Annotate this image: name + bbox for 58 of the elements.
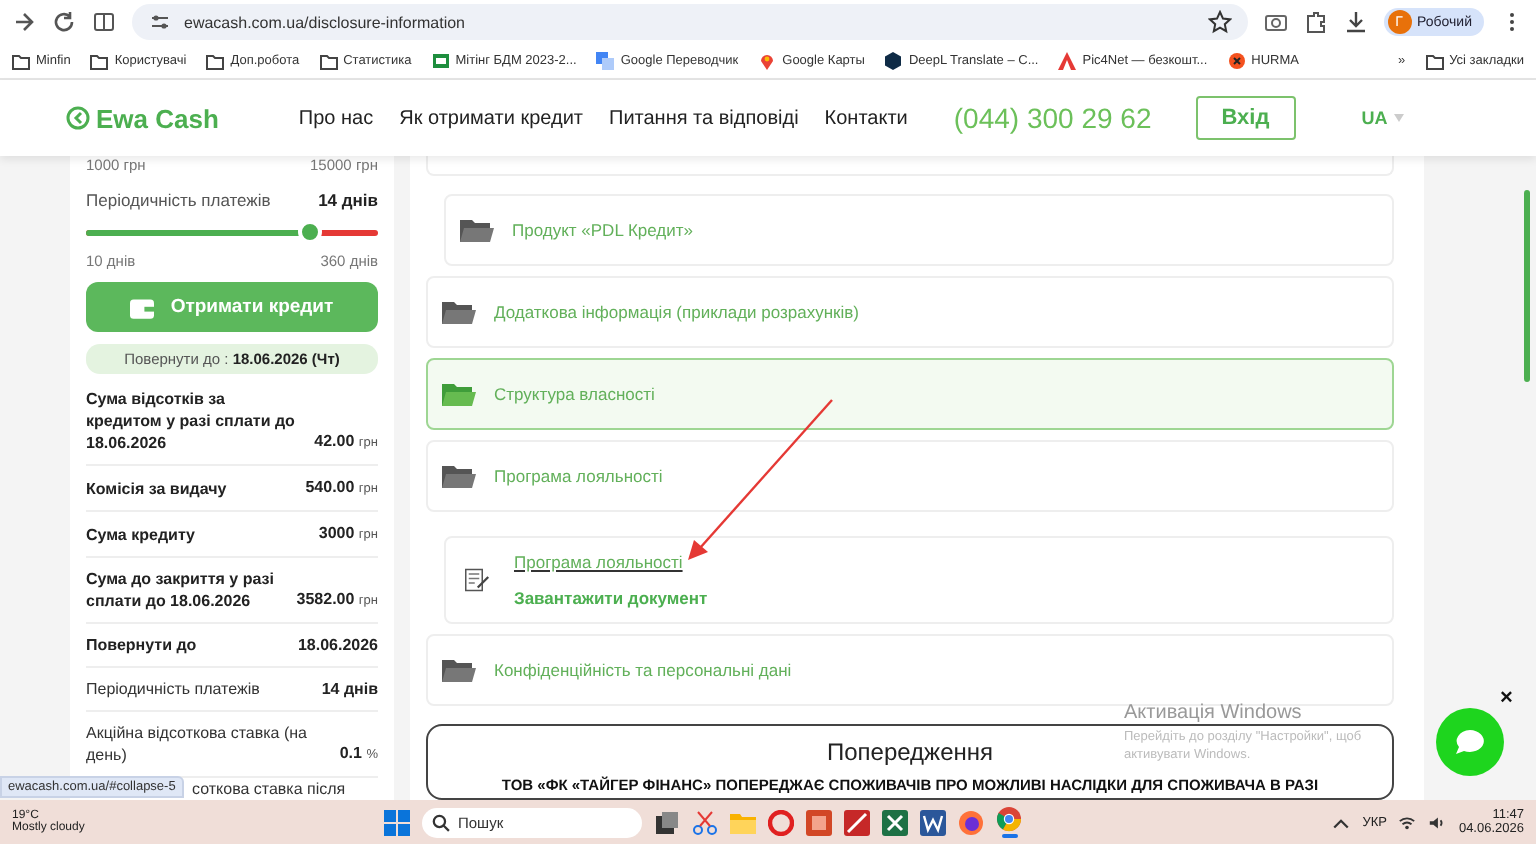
address-bar[interactable]: ewacash.com.ua/disclosure-information	[132, 4, 1248, 40]
folder-icon	[442, 382, 476, 406]
nav-link[interactable]: Питання та відповіді	[609, 107, 799, 129]
document-icon	[460, 568, 494, 592]
app-icon[interactable]	[882, 809, 908, 835]
row-label: Сума до закриття у разі сплати до 18.06.2026	[86, 568, 276, 612]
folder-icon	[12, 52, 30, 70]
wifi-icon[interactable]	[1398, 813, 1417, 831]
row-label: Сума відсотків за кредитом у разі сплати до 18.06.2026	[86, 388, 297, 454]
forward-icon[interactable]	[12, 10, 36, 34]
star-icon[interactable]	[1207, 10, 1232, 34]
warning-title: Попередження	[826, 738, 993, 766]
folder-icon	[206, 52, 225, 70]
row-label: Періодичність платежів	[86, 678, 262, 700]
translate-icon	[596, 52, 615, 70]
speaker-icon[interactable]	[1428, 813, 1447, 831]
row-label: Комісія за видачу	[86, 478, 229, 500]
nav-link[interactable]: Про нас	[298, 107, 374, 129]
nav-link[interactable]: Контакти	[824, 107, 908, 129]
folder-icon	[442, 464, 476, 488]
app-icon[interactable]	[920, 809, 946, 835]
folder-icon	[319, 52, 338, 70]
folder-icon	[442, 658, 476, 682]
extensions-icon[interactable]	[1303, 10, 1328, 34]
logo-icon	[66, 106, 90, 130]
url-text: ewacash.com.ua/disclosure-information	[184, 13, 468, 31]
download-icon[interactable]	[1343, 10, 1368, 34]
folder-icon	[442, 300, 476, 324]
chat-bubble-icon	[1456, 730, 1484, 754]
dot-icon	[1227, 52, 1246, 70]
map-pin-icon	[758, 52, 777, 70]
activation-title: Активація Windows	[1124, 702, 1304, 724]
split-view-icon[interactable]	[92, 10, 116, 34]
row-value: 14 днів	[321, 678, 378, 700]
folder-icon	[1425, 52, 1444, 70]
row-label: Сума кредиту	[86, 524, 198, 546]
folder-icon	[90, 52, 109, 70]
row-label: Акційна відсоткова ставка (на день)	[86, 722, 309, 766]
spreadsheet-icon	[431, 52, 450, 70]
app-icon[interactable]	[654, 809, 680, 835]
scrollbar[interactable]	[1524, 190, 1530, 382]
row-value: 18.06.2026	[297, 634, 378, 656]
period-value: 14 днів	[318, 190, 378, 210]
nav-link[interactable]: Як отримати кредит	[399, 107, 583, 129]
triangle-icon	[1058, 52, 1077, 70]
start-icon[interactable]	[384, 809, 410, 835]
period-label: Періодичність платежів	[86, 190, 271, 210]
app-icon[interactable]	[958, 809, 984, 835]
site-settings-icon[interactable]	[148, 10, 172, 34]
folder-icon	[460, 218, 494, 242]
reload-icon[interactable]	[52, 10, 76, 34]
wallet-icon	[130, 295, 155, 319]
hexagon-icon	[884, 52, 903, 70]
camera-icon[interactable]	[1263, 10, 1288, 34]
row-label: соткова ставка після	[192, 780, 348, 800]
search-icon	[432, 813, 450, 831]
row-label: Повернути до	[86, 634, 199, 656]
close-button[interactable]: ×	[1500, 688, 1513, 710]
